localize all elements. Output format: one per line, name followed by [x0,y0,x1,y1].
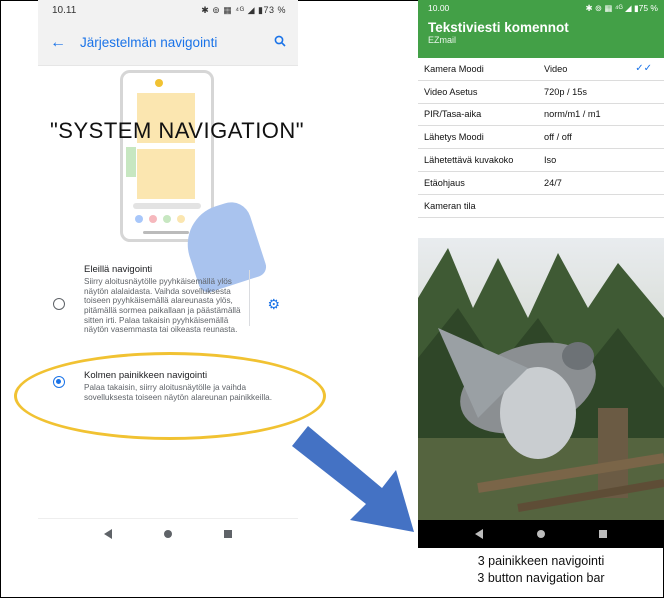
caption-line-english: 3 button navigation bar [477,570,605,585]
row-value: Iso [544,155,557,166]
status-bar: 10.11 ✱ ⊚ ▦ ⁴ᴳ ◢ ▮73 % [38,0,298,20]
radio-gesture-navigation[interactable] [53,298,65,310]
navigation-bar [418,520,664,548]
table-row[interactable]: Lähetettävä kuvakoko Iso [418,149,664,172]
camera-photo-goshawk [418,238,664,520]
table-row[interactable]: PIR/Tasa-aika norm/m1 / m1 [418,104,664,127]
row-value: 24/7 [544,177,562,188]
row-value: 720p / 15s [544,86,587,97]
row-key: Lähetys Moodi [424,132,484,143]
recents-button-icon[interactable] [599,530,607,538]
row-key: Kameran tila [424,200,476,211]
status-bar: 10.00 ✱ ⊚ ▦ ⁴ᴳ ◢ ▮75 % [418,0,664,16]
table-row[interactable]: Kamera Moodi Video ✓✓ [418,58,664,81]
status-icons: ✱ ⊚ ▦ ⁴ᴳ ◢ ▮75 % [585,2,658,13]
table-row[interactable]: Lähetys Moodi off / off [418,126,664,150]
home-button-icon[interactable] [537,530,545,538]
caption: 3 painikkeen navigointi 3 button navigat… [418,553,664,587]
row-key: Lähetettävä kuvakoko [424,155,514,166]
back-button-icon[interactable] [104,528,112,539]
navigation-bar [38,518,298,548]
app-title: Tekstiviesti komennot [428,20,569,35]
app-subtitle: EZmail [428,35,457,45]
home-button-icon[interactable] [164,529,172,538]
settings-table: Kamera Moodi Video ✓✓ Video Asetus 720p … [418,58,664,218]
arrow-icon [292,426,414,532]
back-arrow-icon[interactable]: ← [50,34,80,52]
table-row[interactable]: Kameran tila [418,195,664,218]
app-bar: Tekstiviesti komennot EZmail [418,16,664,58]
gear-icon[interactable]: ⚙ [267,296,280,313]
option-title: Eleillä navigointi [84,264,153,275]
status-time: 10.11 [52,4,77,16]
table-row[interactable]: Video Asetus 720p / 15s [418,81,664,104]
row-value: norm/m1 / m1 [544,109,601,120]
highlight-ellipse [14,352,326,440]
recents-button-icon[interactable] [224,529,232,538]
system-navigation-overlay-label: "SYSTEM NAVIGATION" [50,118,305,143]
page-title: Järjestelmän navigointi [80,35,218,50]
search-icon[interactable] [274,35,286,50]
status-icons: ✱ ⊚ ▦ ⁴ᴳ ◢ ▮73 % [201,4,286,15]
option-gesture-navigation[interactable]: Eleillä navigointi Siirry aloitusnäytöll… [38,256,298,352]
navigation-illustration [38,66,298,295]
row-key: PIR/Tasa-aika [424,109,482,120]
right-phone-screenshot: 10.00 ✱ ⊚ ▦ ⁴ᴳ ◢ ▮75 % Tekstiviesti kome… [418,0,664,548]
double-check-icon: ✓✓ [635,63,652,75]
option-description: Siirry aloitusnäytölle pyyhkäisemällä yl… [84,277,241,335]
app-bar: ← Järjestelmän navigointi [38,20,298,66]
row-value: off / off [544,132,572,143]
back-button-icon[interactable] [475,529,483,539]
row-key: Video Asetus [424,86,478,97]
caption-line-finnish: 3 painikkeen navigointi [477,554,605,568]
status-time: 10.00 [428,3,450,13]
left-phone-screenshot: 10.11 ✱ ⊚ ▦ ⁴ᴳ ◢ ▮73 % ← Järjestelmän na… [38,0,298,548]
row-key: Etäohjaus [424,177,465,188]
table-row[interactable]: Etäohjaus 24/7 [418,172,664,195]
row-key: Kamera Moodi [424,63,484,74]
divider [249,270,250,326]
